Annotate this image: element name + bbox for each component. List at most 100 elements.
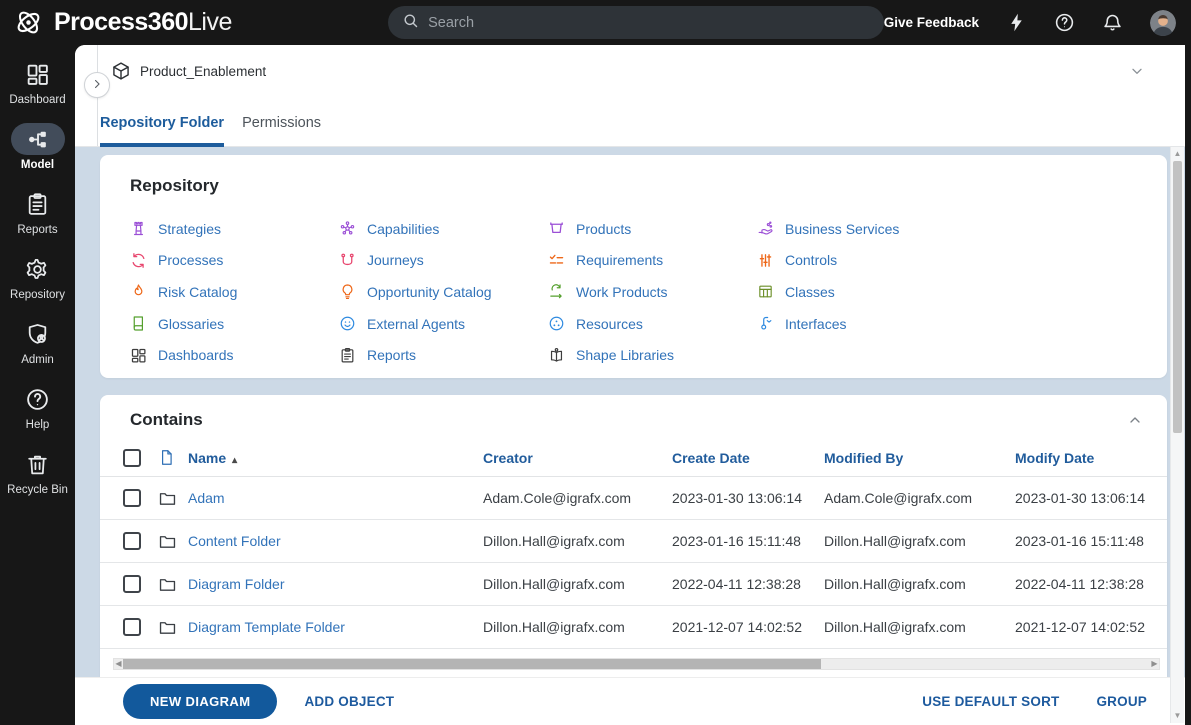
column-header-modify-date[interactable]: Modify Date: [1015, 450, 1167, 466]
content-area: Repository Strategies Processes Risk Catal…: [75, 147, 1185, 677]
repository-link-shape-libraries[interactable]: Shape Libraries: [548, 339, 757, 371]
sidebar-item-reports[interactable]: Reports: [0, 188, 75, 252]
repository-link-strategies[interactable]: Strategies: [130, 213, 339, 245]
column-header-modified-by[interactable]: Modified By: [824, 450, 1015, 466]
collapse-contains-chevron-up-icon[interactable]: [1127, 412, 1143, 428]
group-button[interactable]: GROUP: [1096, 694, 1147, 709]
glossaries-icon: [130, 315, 147, 332]
journeys-icon: [339, 252, 356, 269]
repository-link-work-products[interactable]: Work Products: [548, 276, 757, 308]
repository-link-risk-catalog[interactable]: Risk Catalog: [130, 276, 339, 308]
repository-link-processes[interactable]: Processes: [130, 245, 339, 277]
horizontal-scroll-track[interactable]: [123, 659, 1150, 669]
help-circle-icon[interactable]: [1054, 12, 1075, 33]
table-row-diagram-template-folder: Diagram Template Folder Dillon.Hall@igraf…: [100, 606, 1167, 649]
resources-icon: [548, 315, 565, 332]
row-checkbox[interactable]: [123, 618, 141, 636]
repository-link-business-services[interactable]: Business Services: [757, 213, 966, 245]
column-header-name[interactable]: Name: [188, 450, 483, 466]
sidebar-item-help[interactable]: Help: [0, 383, 75, 447]
repository-link-dashboards[interactable]: Dashboards: [130, 339, 339, 371]
sidebar-item-dashboard[interactable]: Dashboard: [0, 58, 75, 122]
row-name-link[interactable]: Diagram Template Folder: [188, 619, 483, 635]
column-header-creator[interactable]: Creator: [483, 450, 672, 466]
repository-link-label: Glossaries: [158, 315, 225, 332]
scroll-left-arrow[interactable]: ◀: [114, 658, 123, 670]
select-all-checkbox[interactable]: [123, 448, 141, 467]
repository-link-resources[interactable]: Resources: [548, 308, 757, 340]
interfaces-icon: [757, 315, 774, 332]
scroll-up-arrow[interactable]: ▲: [1171, 148, 1184, 160]
row-checkbox[interactable]: [123, 532, 141, 550]
repository-link-opportunity-catalog[interactable]: Opportunity Catalog: [339, 276, 548, 308]
row-modify-date: 2021-12-07 14:02:52: [1015, 619, 1145, 635]
new-diagram-button[interactable]: NEW DIAGRAM: [123, 684, 278, 719]
use-default-sort-button[interactable]: USE DEFAULT SORT: [922, 694, 1059, 709]
user-avatar[interactable]: [1150, 9, 1176, 36]
scroll-down-arrow[interactable]: ▼: [1171, 710, 1184, 722]
bell-icon[interactable]: [1102, 12, 1123, 33]
row-modify-date: 2023-01-16 15:11:48: [1015, 533, 1144, 549]
repository-link-classes[interactable]: Classes: [757, 276, 966, 308]
row-modified-by: Dillon.Hall@igrafx.com: [824, 533, 966, 549]
repository-link-products[interactable]: Products: [548, 213, 757, 245]
vertical-scrollbar[interactable]: ▲ ▼: [1170, 147, 1184, 723]
repository-link-capabilities[interactable]: Capabilities: [339, 213, 548, 245]
repository-link-interfaces[interactable]: Interfaces: [757, 308, 966, 340]
folder-icon: [158, 575, 188, 594]
sidebar-item-repository[interactable]: Repository: [0, 253, 75, 317]
repository-link-requirements[interactable]: Requirements: [548, 245, 757, 277]
requirements-icon: [548, 252, 565, 269]
logo-icon: [13, 7, 44, 38]
repository-link-journeys[interactable]: Journeys: [339, 245, 548, 277]
repository-link-external-agents[interactable]: External Agents: [339, 308, 548, 340]
give-feedback-button[interactable]: Give Feedback: [884, 15, 979, 30]
repository-links-grid: Strategies Processes Risk Catalog Glossarie…: [130, 213, 1137, 371]
vertical-scroll-thumb[interactable]: [1173, 161, 1182, 433]
row-checkbox[interactable]: [123, 489, 141, 507]
tab-permissions[interactable]: Permissions: [242, 115, 321, 147]
row-name-link[interactable]: Adam: [188, 490, 483, 506]
repository-link-label: Classes: [785, 283, 835, 300]
table-header-row: Name Creator Create Date Modified By Mod…: [100, 439, 1167, 477]
repository-link-label: Dashboards: [158, 347, 234, 364]
risk-catalog-icon: [130, 283, 147, 300]
expand-tree-panel-button[interactable]: [84, 72, 110, 98]
sidebar-item-label: Dashboard: [9, 94, 66, 106]
column-header-create-date[interactable]: Create Date: [672, 450, 824, 466]
contains-panel-header: Contains: [100, 395, 1167, 439]
sidebar-item-admin[interactable]: Admin: [0, 318, 75, 382]
repository-link-label: Products: [576, 220, 632, 237]
search-bar[interactable]: [388, 6, 884, 39]
repository-links-column: Business Services Controls Classes Interfac…: [757, 213, 966, 371]
row-modified-by: Adam.Cole@igrafx.com: [824, 490, 973, 506]
search-icon: [402, 12, 419, 34]
folder-icon: [158, 489, 188, 508]
row-modify-date: 2023-01-30 13:06:14: [1015, 490, 1145, 506]
collapse-header-chevron-down-icon[interactable]: [1129, 63, 1145, 84]
repository-link-glossaries[interactable]: Glossaries: [130, 308, 339, 340]
row-modified-by: Dillon.Hall@igrafx.com: [824, 619, 966, 635]
row-checkbox[interactable]: [123, 575, 141, 593]
footer-left-actions: NEW DIAGRAM ADD OBJECT: [123, 684, 394, 719]
add-object-button[interactable]: ADD OBJECT: [304, 694, 394, 709]
dashboards-icon: [130, 347, 147, 364]
processes-icon: [130, 252, 147, 269]
sidebar-item-recycle-bin[interactable]: Recycle Bin: [0, 448, 75, 512]
table-body: Adam Adam.Cole@igrafx.com 2023-01-30 13:06…: [100, 477, 1167, 649]
search-input[interactable]: [428, 14, 870, 31]
app-title-light: Live: [188, 8, 232, 36]
repository-link-controls[interactable]: Controls: [757, 245, 966, 277]
model-icon: [10, 123, 65, 155]
row-name-link[interactable]: Diagram Folder: [188, 576, 483, 592]
row-name-link[interactable]: Content Folder: [188, 533, 483, 549]
scroll-right-arrow[interactable]: ▶: [1150, 658, 1159, 670]
horizontal-scrollbar[interactable]: ◀ ▶: [113, 658, 1160, 670]
repository-link-reports[interactable]: Reports: [339, 339, 548, 371]
lightning-icon[interactable]: [1006, 12, 1027, 33]
sidebar-item-model[interactable]: Model: [0, 123, 75, 187]
horizontal-scroll-thumb[interactable]: [123, 659, 822, 669]
main-area: Product_Enablement Repository Folder Perm…: [75, 45, 1185, 725]
row-create-date: 2022-04-11 12:38:28: [672, 576, 801, 592]
tab-repository-folder[interactable]: Repository Folder: [100, 115, 225, 147]
